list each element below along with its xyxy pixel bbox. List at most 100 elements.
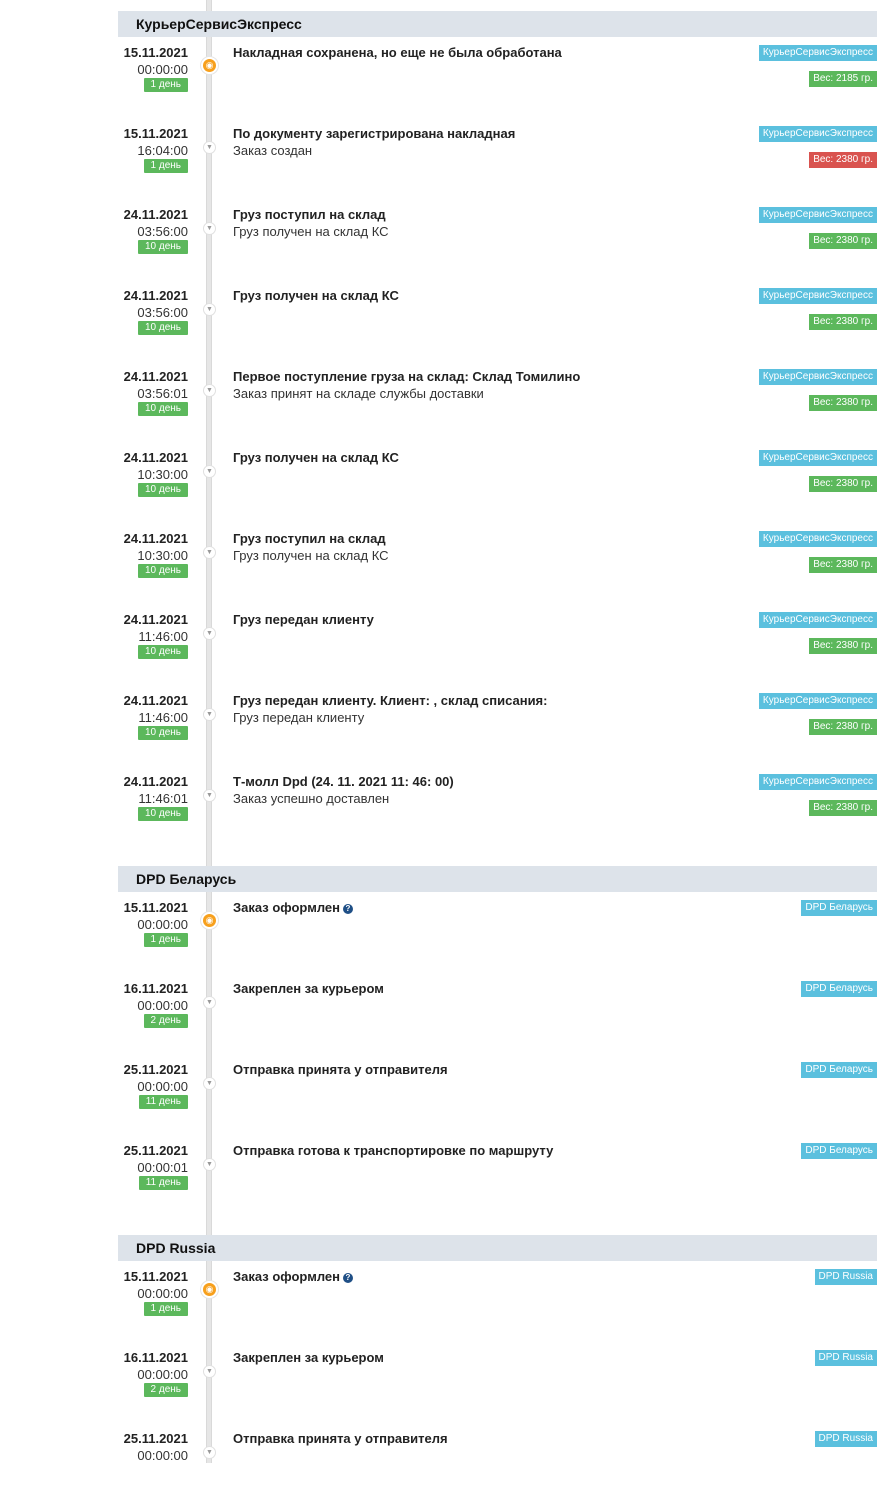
days-badge: 11 день <box>138 1095 188 1109</box>
source-badge: DPD Беларусь <box>801 900 877 916</box>
event-date: 24.11.2021 <box>123 612 188 627</box>
event-subtitle: Груз получен на склад КС <box>233 224 389 239</box>
timeline-event: 25.11.2021 00:00:00 11 день Отправка принят… <box>0 1062 877 1143</box>
event-title: Первое поступление груза на склад: Склад… <box>233 369 580 385</box>
timeline-event: 16.11.2021 00:00:00 2 день Закреплен за кур… <box>0 981 877 1062</box>
chevron-down-icon: ▼ <box>203 627 216 640</box>
event-title-text: Заказ оформлен <box>233 1269 340 1284</box>
event-title: Груз передан клиенту <box>233 612 374 628</box>
event-date: 25.11.2021 <box>123 1431 188 1446</box>
timeline-event: 24.11.2021 03:56:00 10 день Груз поступил н… <box>0 207 877 288</box>
event-date: 16.11.2021 <box>123 1350 188 1365</box>
source-badge: КурьерСервисЭкспресс <box>758 450 877 466</box>
event-time: 11:46:01 <box>138 791 188 806</box>
event-time: 00:00:00 <box>137 62 188 77</box>
event-date: 25.11.2021 <box>123 1062 188 1077</box>
event-title-text: Т-молл Dpd (24. 11. 2021 11: 46: 00) <box>233 774 454 789</box>
chevron-down-icon: ▼ <box>203 222 216 235</box>
event-date: 24.11.2021 <box>123 531 188 546</box>
event-title-text: Отправка принята у отправителя <box>233 1431 448 1446</box>
event-title-text: Накладная сохранена, но еще не была обра… <box>233 45 562 60</box>
timeline-event: 24.11.2021 03:56:00 10 день Груз получен на… <box>0 288 877 369</box>
event-title: Груз поступил на склад <box>233 207 386 223</box>
timeline-event: 24.11.2021 03:56:01 10 день Первое поступле… <box>0 369 877 450</box>
event-title: Груз передан клиенту. Клиент: , склад сп… <box>233 693 547 709</box>
chevron-down-icon: ▼ <box>203 465 216 478</box>
package-icon: ◉ <box>201 57 218 74</box>
chevron-down-icon: ▼ <box>203 708 216 721</box>
event-title-text: Груз передан клиенту <box>233 612 374 627</box>
chevron-down-icon: ▼ <box>203 384 216 397</box>
weight-badge: Вес: 2380 гр. <box>809 719 877 735</box>
days-badge: 11 день <box>138 1176 188 1190</box>
source-badge: DPD Беларусь <box>801 1143 877 1159</box>
source-badge: DPD Беларусь <box>801 1062 877 1078</box>
event-title: По документу зарегистрирована накладная <box>233 126 515 142</box>
event-time: 03:56:00 <box>137 305 188 320</box>
event-title: Закреплен за курьером <box>233 981 384 997</box>
event-title: Закреплен за курьером <box>233 1350 384 1366</box>
timeline-event: 16.11.2021 00:00:00 2 день Закреплен за кур… <box>0 1350 877 1431</box>
event-title-text: Отправка принята у отправителя <box>233 1062 448 1077</box>
event-title-text: Груз поступил на склад <box>233 207 386 222</box>
event-date: 24.11.2021 <box>123 450 188 465</box>
package-icon: ◉ <box>201 1281 218 1298</box>
source-badge: КурьерСервисЭкспресс <box>758 288 877 304</box>
event-title-text: Отправка готова к транспортировке по мар… <box>233 1143 554 1158</box>
weight-badge: Вес: 2380 гр. <box>809 152 877 168</box>
weight-badge: Вес: 2380 гр. <box>809 638 877 654</box>
event-title: Груз поступил на склад <box>233 531 386 547</box>
question-circle-icon[interactable]: ? <box>342 904 353 914</box>
event-title-text: Груз поступил на склад <box>233 531 386 546</box>
chevron-down-icon: ▼ <box>203 303 216 316</box>
event-title: Отправка готова к транспортировке по мар… <box>233 1143 553 1159</box>
event-date: 24.11.2021 <box>123 693 188 708</box>
source-badge: КурьерСервисЭкспресс <box>758 369 877 385</box>
days-badge: 1 день <box>143 159 188 173</box>
event-date: 25.11.2021 <box>123 1143 188 1158</box>
chevron-down-icon: ▼ <box>203 789 216 802</box>
event-date: 15.11.2021 <box>123 1269 188 1284</box>
event-title: Накладная сохранена, но еще не была обра… <box>233 45 562 61</box>
weight-badge: Вес: 2185 гр. <box>809 71 877 87</box>
event-time: 03:56:00 <box>137 224 188 239</box>
event-title: Груз получен на склад КС <box>233 288 399 304</box>
chevron-down-icon: ▼ <box>203 1158 216 1171</box>
days-badge: 2 день <box>143 1383 188 1397</box>
timeline-event: 15.11.2021 00:00:00 1 день Накладная сохран… <box>0 45 877 126</box>
timeline-event: 24.11.2021 10:30:00 10 день Груз поступил н… <box>0 531 877 612</box>
weight-badge: Вес: 2380 гр. <box>809 800 877 816</box>
event-time: 00:00:00 <box>137 1286 188 1301</box>
event-subtitle: Заказ создан <box>233 143 313 158</box>
timeline-event: 24.11.2021 11:46:00 10 день Груз передан кл… <box>0 612 877 693</box>
weight-badge: Вес: 2380 гр. <box>809 395 877 411</box>
chevron-down-icon: ▼ <box>203 546 216 559</box>
event-title-text: Первое поступление груза на склад: Склад… <box>233 369 581 384</box>
source-badge: DPD Russia <box>814 1269 877 1285</box>
event-title: Т-молл Dpd (24. 11. 2021 11: 46: 00) <box>233 774 454 790</box>
source-badge: DPD Russia <box>814 1350 877 1366</box>
event-subtitle: Заказ успешно доставлен <box>233 791 390 806</box>
chevron-down-icon: ▼ <box>203 1365 216 1378</box>
chevron-down-icon: ▼ <box>203 996 216 1009</box>
weight-badge: Вес: 2380 гр. <box>809 314 877 330</box>
source-badge: КурьерСервисЭкспресс <box>758 612 877 628</box>
event-title-text: Груз получен на склад КС <box>233 450 399 465</box>
event-time: 10:30:00 <box>137 467 188 482</box>
event-time: 00:00:00 <box>137 1448 188 1463</box>
event-title-text: Заказ оформлен <box>233 900 340 915</box>
question-circle-icon[interactable]: ? <box>342 1273 353 1283</box>
days-badge: 10 день <box>137 240 188 254</box>
chevron-down-icon: ▼ <box>203 141 216 154</box>
days-badge: 2 день <box>143 1014 188 1028</box>
days-badge: 10 день <box>137 807 188 821</box>
event-date: 15.11.2021 <box>123 45 188 60</box>
event-title-text: Груз передан клиенту. Клиент: , склад сп… <box>233 693 548 708</box>
event-date: 16.11.2021 <box>123 981 188 996</box>
event-date: 24.11.2021 <box>123 207 188 222</box>
chevron-down-icon: ▼ <box>203 1077 216 1090</box>
weight-badge: Вес: 2380 гр. <box>809 476 877 492</box>
event-time: 11:46:00 <box>138 710 188 725</box>
tracking-timeline: КурьерСервисЭкспресс 15.11.2021 00:00:00 1 … <box>0 0 877 1463</box>
source-badge: КурьерСервисЭкспресс <box>758 774 877 790</box>
